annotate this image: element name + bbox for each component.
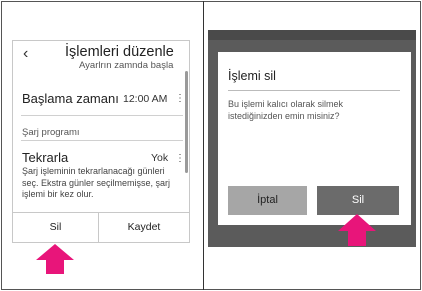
kebab-menu-icon[interactable]: ⋮ <box>175 153 185 164</box>
repeat-value: Yok <box>151 152 169 164</box>
confirm-delete-button[interactable]: Sil <box>317 186 399 215</box>
start-time-value: 12:00 AM <box>123 93 168 105</box>
divider-line <box>21 140 183 141</box>
up-arrow-icon <box>338 214 376 246</box>
up-arrow-icon <box>36 244 74 274</box>
dialog-title: İşlemi sil <box>228 69 276 83</box>
page-subtitle: Ayarlrın zamnda başla <box>79 60 174 71</box>
start-time-label: Başlama zamanı <box>22 91 119 106</box>
cancel-button[interactable]: İptal <box>228 186 307 215</box>
kebab-menu-icon[interactable]: ⋮ <box>175 93 185 104</box>
back-icon[interactable]: ‹ <box>23 45 28 63</box>
dialog-separator <box>228 90 400 91</box>
save-button[interactable]: Kaydet <box>99 213 189 242</box>
backdrop-header-strip <box>208 30 416 40</box>
edit-actions-screen: ‹ İşlemleri düzenle Ayarlrın zamnda başl… <box>12 40 190 243</box>
divider-line <box>21 115 183 116</box>
delete-button[interactable]: Sil <box>13 213 99 242</box>
repeat-label: Tekrarla <box>22 150 69 165</box>
delete-confirm-dialog: İşlemi sil Bu işlemi kalıcı olarak silme… <box>218 52 411 225</box>
screen-divider <box>203 1 204 290</box>
action-bar: Sil Kaydet <box>13 212 189 242</box>
page-title: İşlemleri düzenle <box>65 44 174 60</box>
scrollbar[interactable] <box>185 71 188 173</box>
screen-header: ‹ İşlemleri düzenle Ayarlrın zamnda başl… <box>13 41 189 73</box>
charge-schedule-section-label: Şarj programı <box>22 127 80 138</box>
dialog-message: Bu işlemi kalıcı olarak silmek istediğin… <box>228 99 344 121</box>
start-time-row[interactable]: Başlama zamanı 12:00 AM ⋮ <box>13 89 189 111</box>
repeat-description: Şarj işleminin tekrarlanacağı günleri se… <box>22 166 171 199</box>
